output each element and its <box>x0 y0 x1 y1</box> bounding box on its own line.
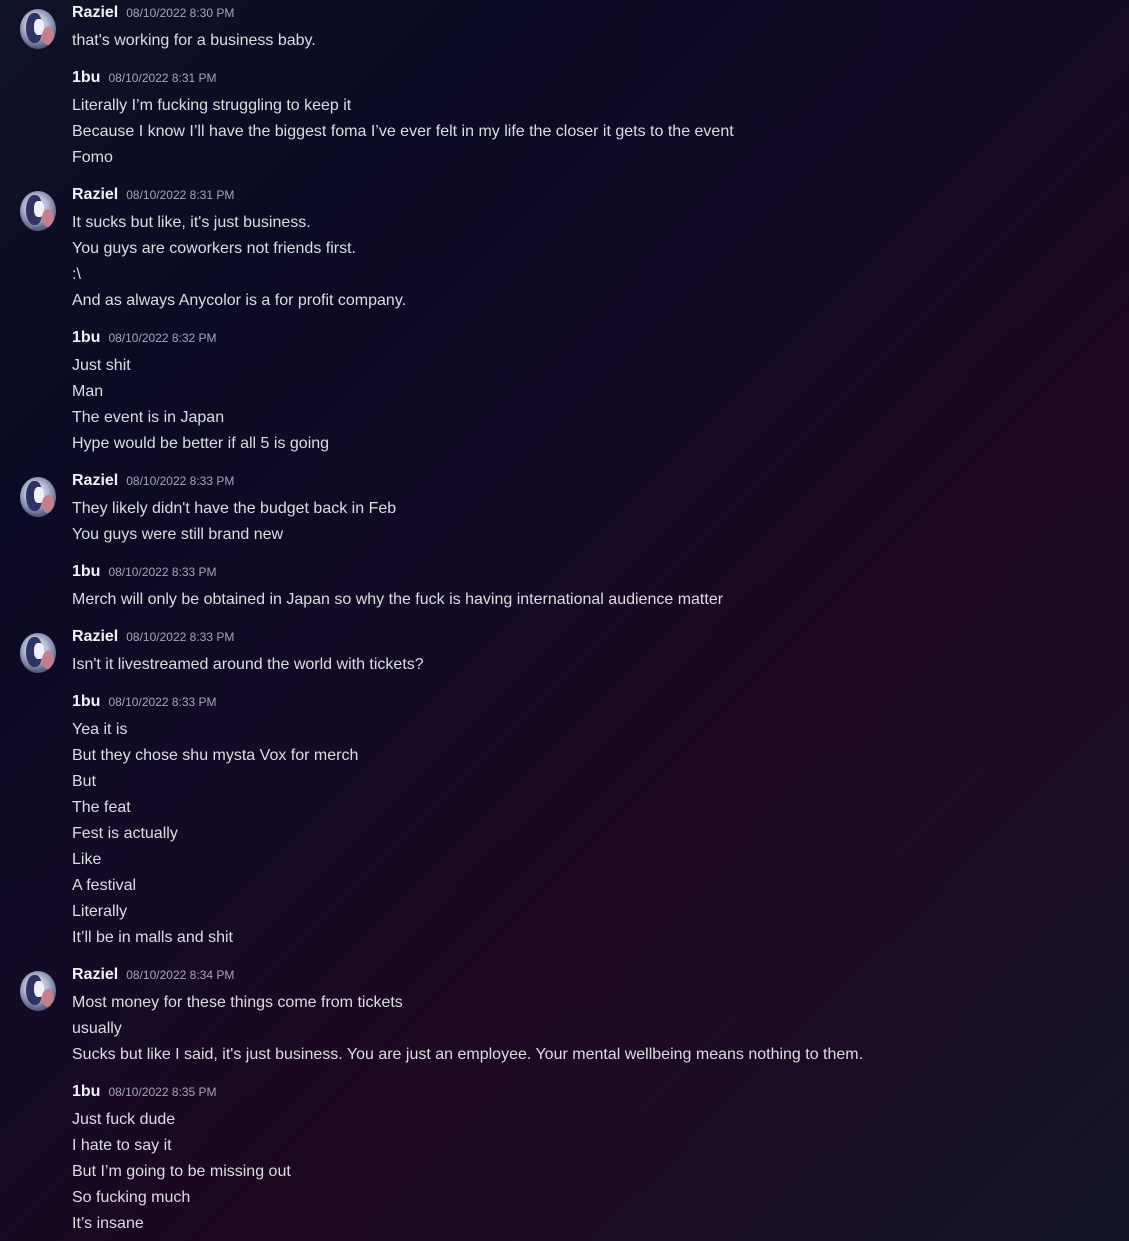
message-line: Fest is actually <box>72 825 178 842</box>
message-line: Sucks but like I said, it's just busines… <box>72 1046 864 1063</box>
message-group: Raziel 08/10/2022 8:30 PM that's working… <box>0 4 316 56</box>
author-name[interactable]: Raziel <box>72 186 118 204</box>
message-line: But <box>72 773 97 790</box>
message-line: You guys were still brand new <box>72 526 284 543</box>
avatar[interactable] <box>20 971 56 1011</box>
message-group: 1bu 08/10/2022 8:33 PM Yea it is But the… <box>0 693 358 953</box>
message-group: Raziel 08/10/2022 8:31 PM It sucks but l… <box>0 186 406 316</box>
message-header: Raziel 08/10/2022 8:31 PM <box>72 186 406 212</box>
message-line: Because I know I’ll have the biggest fom… <box>72 123 734 140</box>
message-timestamp: 08/10/2022 8:33 PM <box>126 474 235 488</box>
author-name[interactable]: Raziel <box>72 628 118 646</box>
message-line: Just shit <box>72 357 131 374</box>
message-timestamp: 08/10/2022 8:33 PM <box>108 565 217 579</box>
avatar[interactable] <box>20 477 56 517</box>
message-header: 1bu 08/10/2022 8:33 PM <box>72 693 358 719</box>
message-line: that's working for a business baby. <box>72 32 316 49</box>
message-line: But I’m going to be missing out <box>72 1163 291 1180</box>
message-line: The feat <box>72 799 131 816</box>
message-line: Like <box>72 851 102 868</box>
message-line: Merch will only be obtained in Japan so … <box>72 591 724 608</box>
message-line: So fucking much <box>72 1189 191 1206</box>
avatar[interactable] <box>20 9 56 49</box>
message-line: Isn't it livestreamed around the world w… <box>72 656 424 673</box>
message-header: 1bu 08/10/2022 8:32 PM <box>72 329 329 355</box>
message-group: Raziel 08/10/2022 8:33 PM Isn't it lives… <box>0 628 424 680</box>
avatar[interactable] <box>20 191 56 231</box>
message-line: :\ <box>72 266 81 283</box>
message-header: Raziel 08/10/2022 8:34 PM <box>72 966 863 992</box>
message-group: Raziel 08/10/2022 8:34 PM Most money for… <box>0 966 863 1070</box>
message-line: I hate to say it <box>72 1137 172 1154</box>
message-timestamp: 08/10/2022 8:33 PM <box>108 695 217 709</box>
author-name[interactable]: 1bu <box>72 1083 100 1101</box>
message-header: 1bu 08/10/2022 8:35 PM <box>72 1083 291 1109</box>
avatar[interactable] <box>20 633 56 673</box>
message-header: 1bu 08/10/2022 8:31 PM <box>72 69 734 95</box>
message-timestamp: 08/10/2022 8:31 PM <box>126 188 235 202</box>
message-line: Fomo <box>72 149 113 166</box>
message-timestamp: 08/10/2022 8:31 PM <box>108 71 217 85</box>
message-header: Raziel 08/10/2022 8:30 PM <box>72 4 316 30</box>
author-name[interactable]: 1bu <box>72 329 100 347</box>
message-group: 1bu 08/10/2022 8:35 PM Just fuck dude I … <box>0 1083 291 1239</box>
message-line: It’s insane <box>72 1215 144 1232</box>
message-group: 1bu 08/10/2022 8:32 PM Just shit Man The… <box>0 329 329 459</box>
message-line: Just fuck dude <box>72 1111 176 1128</box>
message-line: Literally I’m fucking struggling to keep… <box>72 97 352 114</box>
message-timestamp: 08/10/2022 8:35 PM <box>108 1085 217 1099</box>
message-line: It sucks but like, it's just business. <box>72 214 311 231</box>
message-line: And as always Anycolor is a for profit c… <box>72 292 407 309</box>
author-name[interactable]: 1bu <box>72 693 100 711</box>
chat-message-list: Raziel 08/10/2022 8:30 PM that's working… <box>0 0 1129 1241</box>
message-header: Raziel 08/10/2022 8:33 PM <box>72 628 424 654</box>
author-name[interactable]: Raziel <box>72 4 118 22</box>
message-line: But they chose shu mysta Vox for merch <box>72 747 359 764</box>
message-timestamp: 08/10/2022 8:32 PM <box>108 331 217 345</box>
message-line: Most money for these things come from ti… <box>72 994 403 1011</box>
message-line: Literally <box>72 903 128 920</box>
message-timestamp: 08/10/2022 8:33 PM <box>126 630 235 644</box>
message-line: Man <box>72 383 104 400</box>
message-timestamp: 08/10/2022 8:30 PM <box>126 6 235 20</box>
message-line: A festival <box>72 877 137 894</box>
message-header: Raziel 08/10/2022 8:33 PM <box>72 472 396 498</box>
message-group: 1bu 08/10/2022 8:33 PM Merch will only b… <box>0 563 723 615</box>
author-name[interactable]: Raziel <box>72 472 118 490</box>
message-line: Yea it is <box>72 721 128 738</box>
message-group: Raziel 08/10/2022 8:33 PM They likely di… <box>0 472 396 550</box>
message-header: 1bu 08/10/2022 8:33 PM <box>72 563 723 589</box>
message-line: You guys are coworkers not friends first… <box>72 240 356 257</box>
author-name[interactable]: 1bu <box>72 69 100 87</box>
message-group: 1bu 08/10/2022 8:31 PM Literally I’m fuc… <box>0 69 734 173</box>
message-line: They likely didn't have the budget back … <box>72 500 397 517</box>
author-name[interactable]: 1bu <box>72 563 100 581</box>
message-line: The event is in Japan <box>72 409 225 426</box>
message-timestamp: 08/10/2022 8:34 PM <box>126 968 235 982</box>
message-line: Hype would be better if all 5 is going <box>72 435 330 452</box>
message-line: usually <box>72 1020 122 1037</box>
author-name[interactable]: Raziel <box>72 966 118 984</box>
message-line: It’ll be in malls and shit <box>72 929 233 946</box>
